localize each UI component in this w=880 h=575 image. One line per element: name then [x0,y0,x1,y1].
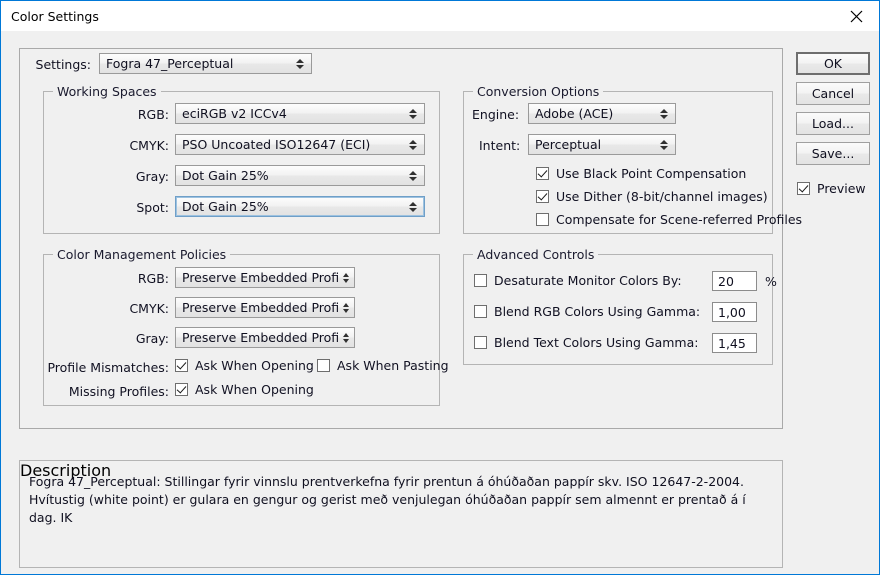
checkbox-box [474,336,487,349]
stepper-icon [340,268,351,287]
engine-value: Adobe (ACE) [529,106,656,121]
stepper-icon [405,135,421,154]
working-spaces-legend: Working Spaces [53,84,161,99]
ws-gray-label: Gray: [94,169,169,184]
title-bar: Color Settings [1,1,879,32]
checkbox-box [474,274,487,287]
checkbox-label: Ask When Opening [195,382,314,397]
intent-dropdown[interactable]: Perceptual [528,134,676,155]
save-button[interactable]: Save... [796,142,870,165]
settings-preset-dropdown[interactable]: Fogra 47_Perceptual [99,53,312,74]
ws-spot-value: Dot Gain 25% [176,199,405,214]
cmp-cmyk-value: Preserve Embedded Profiles [176,300,340,315]
checkbox-box [474,305,487,318]
checkbox-label: Preview [817,181,866,196]
stepper-icon [656,135,672,154]
load-button[interactable]: Load... [796,112,870,135]
checkbox-label: Use Black Point Compensation [556,166,746,181]
working-spaces-group: Working Spaces RGB: eciRGB v2 ICCv4 CMYK… [43,91,440,234]
compensate-scene-referred-profiles-checkbox[interactable]: Compensate for Scene-referred Profiles [536,212,802,227]
engine-label: Engine: [472,107,532,122]
ws-rgb-value: eciRGB v2 ICCv4 [176,106,405,121]
checkbox-box [797,182,810,195]
desaturate-monitor-colors-input[interactable]: 20 [712,271,757,291]
ws-spot-dropdown[interactable]: Dot Gain 25% [175,196,425,217]
checkbox-box [175,383,188,396]
close-icon[interactable] [833,1,879,31]
cancel-button[interactable]: Cancel [796,82,870,105]
engine-dropdown[interactable]: Adobe (ACE) [528,103,676,124]
window-title: Color Settings [11,9,99,24]
blend-text-colors-gamma-input[interactable]: 1,45 [712,333,757,353]
stepper-icon [656,104,672,123]
dialog-body: Settings: Fogra 47_Perceptual Working Sp… [2,32,879,574]
ws-cmyk-label: CMYK: [94,138,169,153]
checkbox-label: Ask When Pasting [337,358,449,373]
checkbox-label: Compensate for Scene-referred Profiles [556,212,802,227]
stepper-icon [340,298,351,317]
checkbox-box [317,359,330,372]
cmp-legend: Color Management Policies [53,247,230,262]
blend-rgb-colors-gamma-checkbox[interactable]: Blend RGB Colors Using Gamma: [474,304,700,319]
stepper-icon [340,328,351,347]
missing-profiles-ask-when-opening-checkbox[interactable]: Ask When Opening [175,382,314,397]
cmp-gray-dropdown[interactable]: Preserve Embedded Profiles [175,327,355,348]
ws-gray-dropdown[interactable]: Dot Gain 25% [175,165,425,186]
ws-cmyk-value: PSO Uncoated ISO12647 (ECI) [176,137,405,152]
desaturate-monitor-colors-checkbox[interactable]: Desaturate Monitor Colors By: [474,273,682,288]
stepper-icon [405,104,421,123]
conversion-options-legend: Conversion Options [473,84,603,99]
ws-rgb-label: RGB: [94,107,169,122]
stepper-icon [405,166,421,185]
settings-panel: Settings: Fogra 47_Perceptual Working Sp… [19,48,783,429]
checkbox-box [175,359,188,372]
cmp-rgb-dropdown[interactable]: Preserve Embedded Profiles [175,267,355,288]
cmp-rgb-value: Preserve Embedded Profiles [176,270,340,285]
checkbox-label: Desaturate Monitor Colors By: [494,273,682,288]
ok-button[interactable]: OK [796,52,870,75]
profile-mismatches-label: Profile Mismatches: [44,360,169,375]
advanced-controls-group: Advanced Controls Desaturate Monitor Col… [463,254,773,365]
checkbox-label: Use Dither (8-bit/channel images) [556,189,768,204]
checkbox-box [536,190,549,203]
ws-gray-value: Dot Gain 25% [176,168,405,183]
blend-rgb-colors-gamma-input[interactable]: 1,00 [712,302,757,322]
profile-mismatches-ask-when-pasting-checkbox[interactable]: Ask When Pasting [317,358,449,373]
missing-profiles-label: Missing Profiles: [44,384,169,399]
settings-preset-value: Fogra 47_Perceptual [100,56,292,71]
use-black-point-compensation-checkbox[interactable]: Use Black Point Compensation [536,166,746,181]
cmp-cmyk-dropdown[interactable]: Preserve Embedded Profiles [175,297,355,318]
advanced-controls-legend: Advanced Controls [473,247,598,262]
checkbox-label: Blend RGB Colors Using Gamma: [494,304,700,319]
profile-mismatches-ask-when-opening-checkbox[interactable]: Ask When Opening [175,358,314,373]
ws-rgb-dropdown[interactable]: eciRGB v2 ICCv4 [175,103,425,124]
intent-value: Perceptual [529,137,656,152]
percent-symbol-label: % [765,274,785,289]
color-management-policies-group: Color Management Policies RGB: Preserve … [43,254,440,406]
color-settings-dialog: Color Settings Settings: Fogra 47_Percep… [0,0,880,575]
use-dither-checkbox[interactable]: Use Dither (8-bit/channel images) [536,189,768,204]
ws-spot-label: Spot: [94,200,169,215]
settings-label: Settings: [29,57,91,72]
blend-text-colors-gamma-checkbox[interactable]: Blend Text Colors Using Gamma: [474,335,698,350]
cmp-gray-value: Preserve Embedded Profiles [176,330,340,345]
cmp-gray-label: Gray: [104,331,169,346]
conversion-options-group: Conversion Options Engine: Adobe (ACE) I… [463,91,773,234]
stepper-icon [405,197,421,216]
cmp-rgb-label: RGB: [104,271,169,286]
cmp-cmyk-label: CMYK: [104,301,169,316]
description-text: Fogra 47_Perceptual: Stillingar fyrir vi… [29,473,773,527]
stepper-icon [292,54,308,73]
preview-checkbox[interactable]: Preview [797,181,866,196]
checkbox-box [536,213,549,226]
ws-cmyk-dropdown[interactable]: PSO Uncoated ISO12647 (ECI) [175,134,425,155]
description-group: Description Fogra 47_Perceptual: Stillin… [19,460,783,568]
checkbox-box [536,167,549,180]
checkbox-label: Blend Text Colors Using Gamma: [494,335,698,350]
checkbox-label: Ask When Opening [195,358,314,373]
